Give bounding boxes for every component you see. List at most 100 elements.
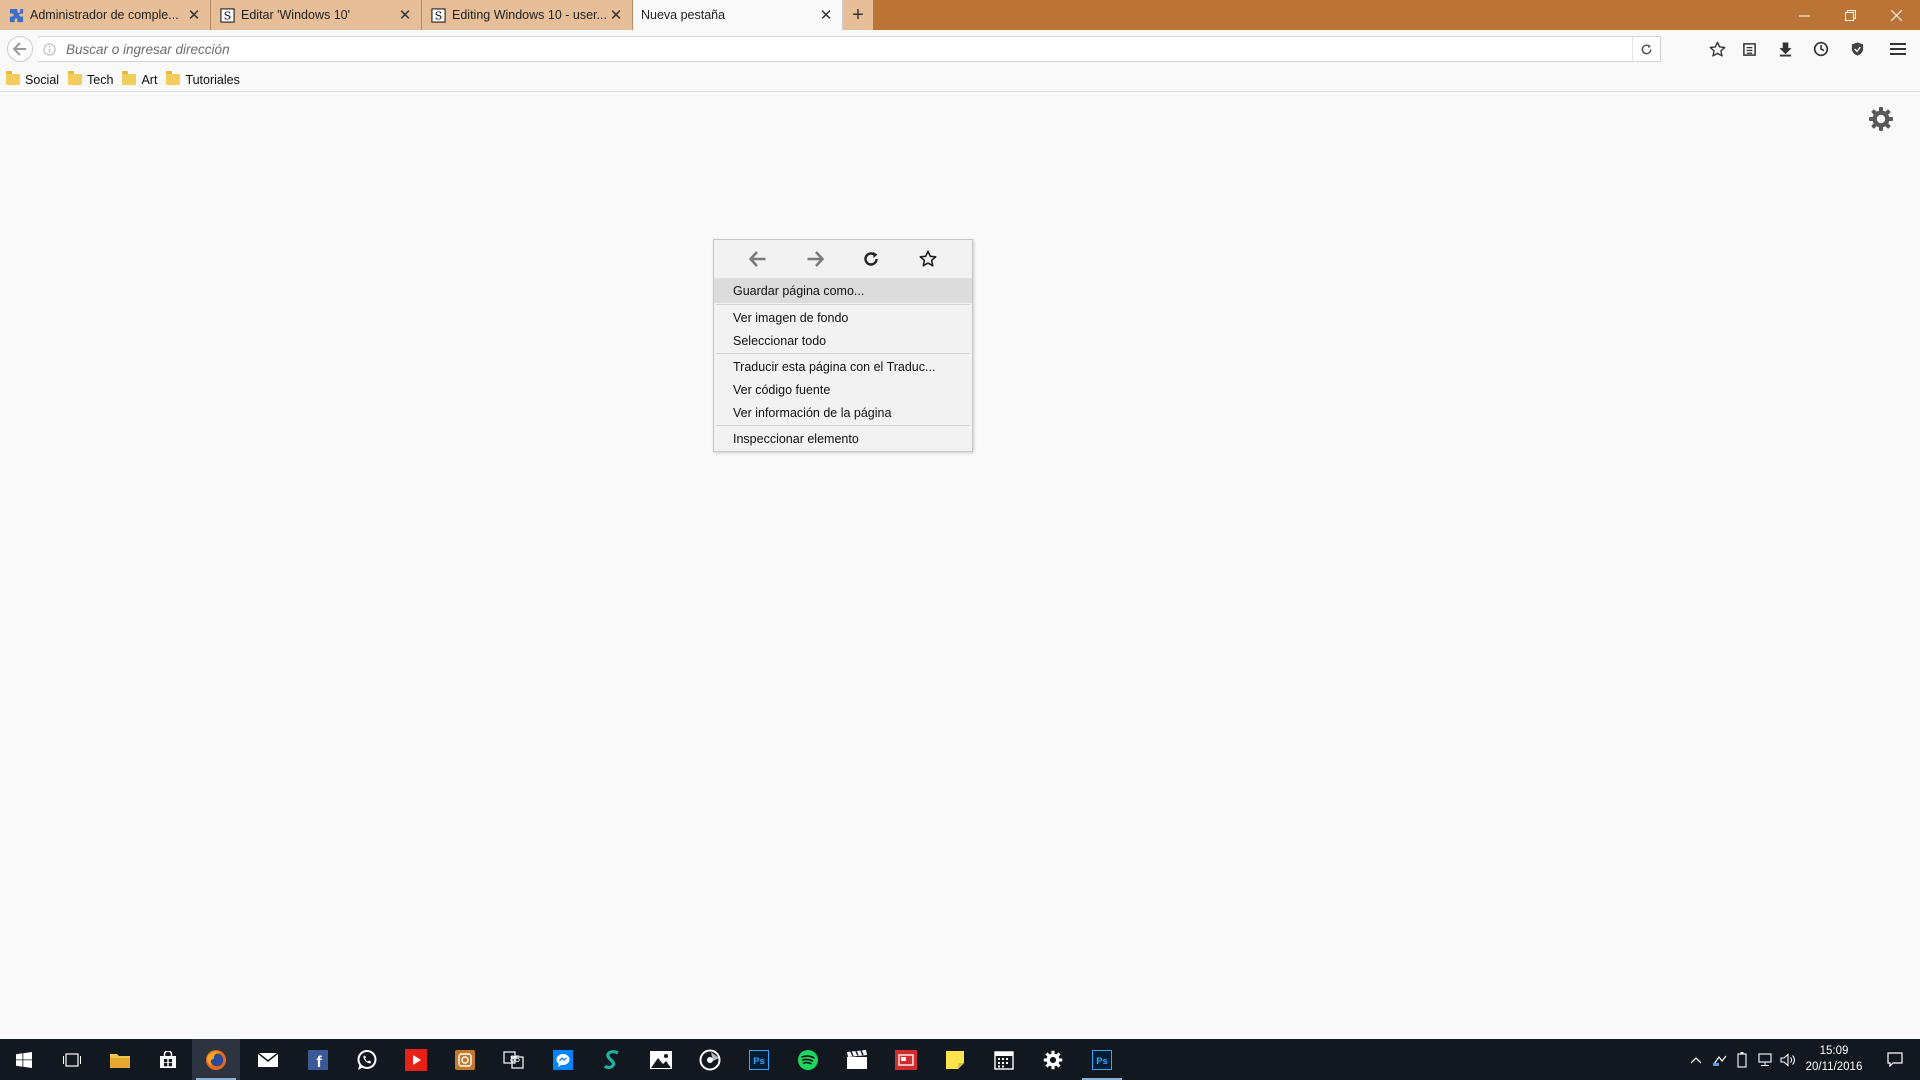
taskbar-messenger[interactable] (539, 1039, 587, 1080)
taskbar-dual-screen-app[interactable]: 85 (490, 1039, 538, 1080)
svg-text:Ps: Ps (1096, 1056, 1108, 1067)
back-arrow-icon[interactable] (746, 247, 770, 271)
taskbar-firefox[interactable] (192, 1039, 240, 1080)
taskbar-settings[interactable] (1029, 1039, 1077, 1080)
action-center-icon[interactable] (1872, 1039, 1918, 1080)
taskbar-whatsapp[interactable] (343, 1039, 391, 1080)
youtube-icon (405, 1048, 427, 1071)
menu-item-view-source[interactable]: Ver código fuente (714, 378, 972, 401)
windows-logo-icon (16, 1051, 32, 1068)
taskbar-mail[interactable] (244, 1039, 292, 1080)
tray-battery-icon[interactable] (1731, 1039, 1753, 1080)
bookmark-star-icon[interactable] (1707, 39, 1727, 59)
close-tab-icon[interactable]: ✕ (608, 7, 624, 24)
tray-sync-icon[interactable] (1709, 1039, 1731, 1080)
downloads-icon[interactable] (1775, 39, 1795, 59)
menu-separator (716, 425, 970, 426)
tray-chevron-up-icon[interactable] (1683, 1039, 1709, 1080)
bookmark-label: Tutoriales (185, 72, 240, 87)
puzzle-icon (8, 7, 24, 23)
taskbar-media-app[interactable] (686, 1039, 734, 1080)
tab-title: Nueva pestaña (641, 8, 726, 22)
tray-volume-icon[interactable] (1777, 1039, 1799, 1080)
tray-network-icon[interactable] (1753, 1039, 1777, 1080)
menu-item-view-background-image[interactable]: Ver imagen de fondo (714, 306, 972, 329)
menu-item-page-info[interactable]: Ver información de la página (714, 401, 972, 424)
clock-time: 15:09 (1819, 1045, 1849, 1057)
clapperboard-icon (847, 1049, 867, 1069)
svg-text:f: f (316, 1054, 322, 1070)
sway-icon (603, 1049, 619, 1069)
tab-editing-windows-10[interactable]: S Editing Windows 10 - user... ✕ (422, 0, 633, 30)
photoshop-icon: Ps (1092, 1049, 1112, 1070)
minimize-window-icon[interactable] (1781, 0, 1827, 30)
shield-icon[interactable] (1847, 39, 1867, 59)
svg-text:S: S (223, 9, 231, 22)
taskbar-youtube[interactable] (392, 1039, 440, 1080)
menu-item-inspect-element[interactable]: Inspeccionar elemento (714, 427, 972, 450)
start-button[interactable] (0, 1039, 48, 1080)
taskbar-store[interactable] (144, 1039, 192, 1080)
address-input[interactable] (60, 38, 1632, 60)
taskbar-photoshop-b[interactable]: Ps (1078, 1039, 1126, 1080)
sticky-note-icon (946, 1050, 964, 1069)
menu-item-translate-page[interactable]: Traducir esta página con el Traduc... (714, 355, 972, 378)
photos-icon (650, 1050, 672, 1069)
menu-item-select-all[interactable]: Seleccionar todo (714, 329, 972, 352)
svg-text:S: S (434, 9, 442, 22)
taskbar-facebook[interactable]: f (294, 1039, 342, 1080)
photoshop-icon: Ps (749, 1049, 769, 1070)
firefox-icon (206, 1049, 226, 1070)
bookmark-folder-art[interactable]: Art (122, 71, 157, 87)
taskbar-movies[interactable] (833, 1039, 881, 1080)
tab-addons-manager[interactable]: Administrador de comple... ✕ (0, 0, 211, 30)
spotify-icon (798, 1049, 818, 1070)
bookmarks-menu-icon[interactable] (1739, 39, 1759, 59)
menu-item-save-page-as[interactable]: Guardar página como... (714, 279, 972, 303)
close-tab-icon[interactable]: ✕ (397, 7, 413, 24)
task-view-icon (63, 1052, 81, 1067)
bookmark-folder-social[interactable]: Social (6, 71, 59, 87)
tab-title: Administrador de comple... (30, 8, 179, 22)
new-tab-page[interactable] (0, 93, 1920, 1039)
taskbar-sticky-notes[interactable] (931, 1039, 979, 1080)
reload-icon[interactable] (859, 247, 883, 271)
restore-window-icon[interactable] (1827, 0, 1873, 30)
media-disc-icon (699, 1049, 721, 1070)
taskbar-calendar[interactable] (980, 1039, 1028, 1080)
bookmarks-toolbar: Social Tech Art Tutoriales (0, 68, 1920, 92)
gear-icon[interactable] (1868, 106, 1894, 132)
bookmark-folder-tutoriales[interactable]: Tutoriales (166, 71, 240, 87)
taskbar-clock[interactable]: 15:09 20/11/2016 (1799, 1043, 1869, 1075)
context-nav-row (714, 240, 972, 279)
history-icon[interactable] (1811, 39, 1831, 59)
context-menu: Guardar página como... Ver imagen de fon… (713, 239, 973, 452)
taskbar-instagram[interactable] (441, 1039, 489, 1080)
taskbar-news[interactable] (882, 1039, 930, 1080)
hamburger-menu-icon[interactable] (1888, 39, 1908, 59)
bookmark-folder-tech[interactable]: Tech (68, 71, 113, 87)
taskbar-spotify[interactable] (784, 1039, 832, 1080)
facebook-icon: f (308, 1049, 328, 1070)
taskbar-file-explorer[interactable] (96, 1039, 144, 1080)
folder-icon (68, 71, 83, 85)
tab-title: Editar 'Windows 10' (241, 8, 350, 22)
back-button[interactable] (7, 36, 33, 62)
tab-editar-windows-10[interactable]: S Editar 'Windows 10' ✕ (211, 0, 422, 30)
close-tab-icon[interactable]: ✕ (186, 7, 202, 24)
taskbar-photos[interactable] (637, 1039, 685, 1080)
new-tab-button[interactable]: + (843, 0, 873, 30)
close-window-icon[interactable] (1873, 0, 1919, 30)
tab-title: Editing Windows 10 - user... (452, 8, 607, 22)
taskbar-photoshop-a[interactable]: Ps (735, 1039, 783, 1080)
taskbar-sway[interactable] (588, 1039, 636, 1080)
info-icon[interactable] (38, 42, 60, 56)
forward-arrow-icon[interactable] (803, 247, 827, 271)
tab-nueva-pestana[interactable]: Nueva pestaña ✕ (633, 0, 843, 30)
menu-separator (716, 353, 970, 354)
bookmark-star-icon[interactable] (916, 247, 940, 271)
close-tab-icon[interactable]: ✕ (818, 7, 834, 24)
svg-text:85: 85 (510, 1054, 520, 1064)
reload-button[interactable] (1632, 37, 1660, 61)
task-view-button[interactable] (48, 1039, 96, 1080)
